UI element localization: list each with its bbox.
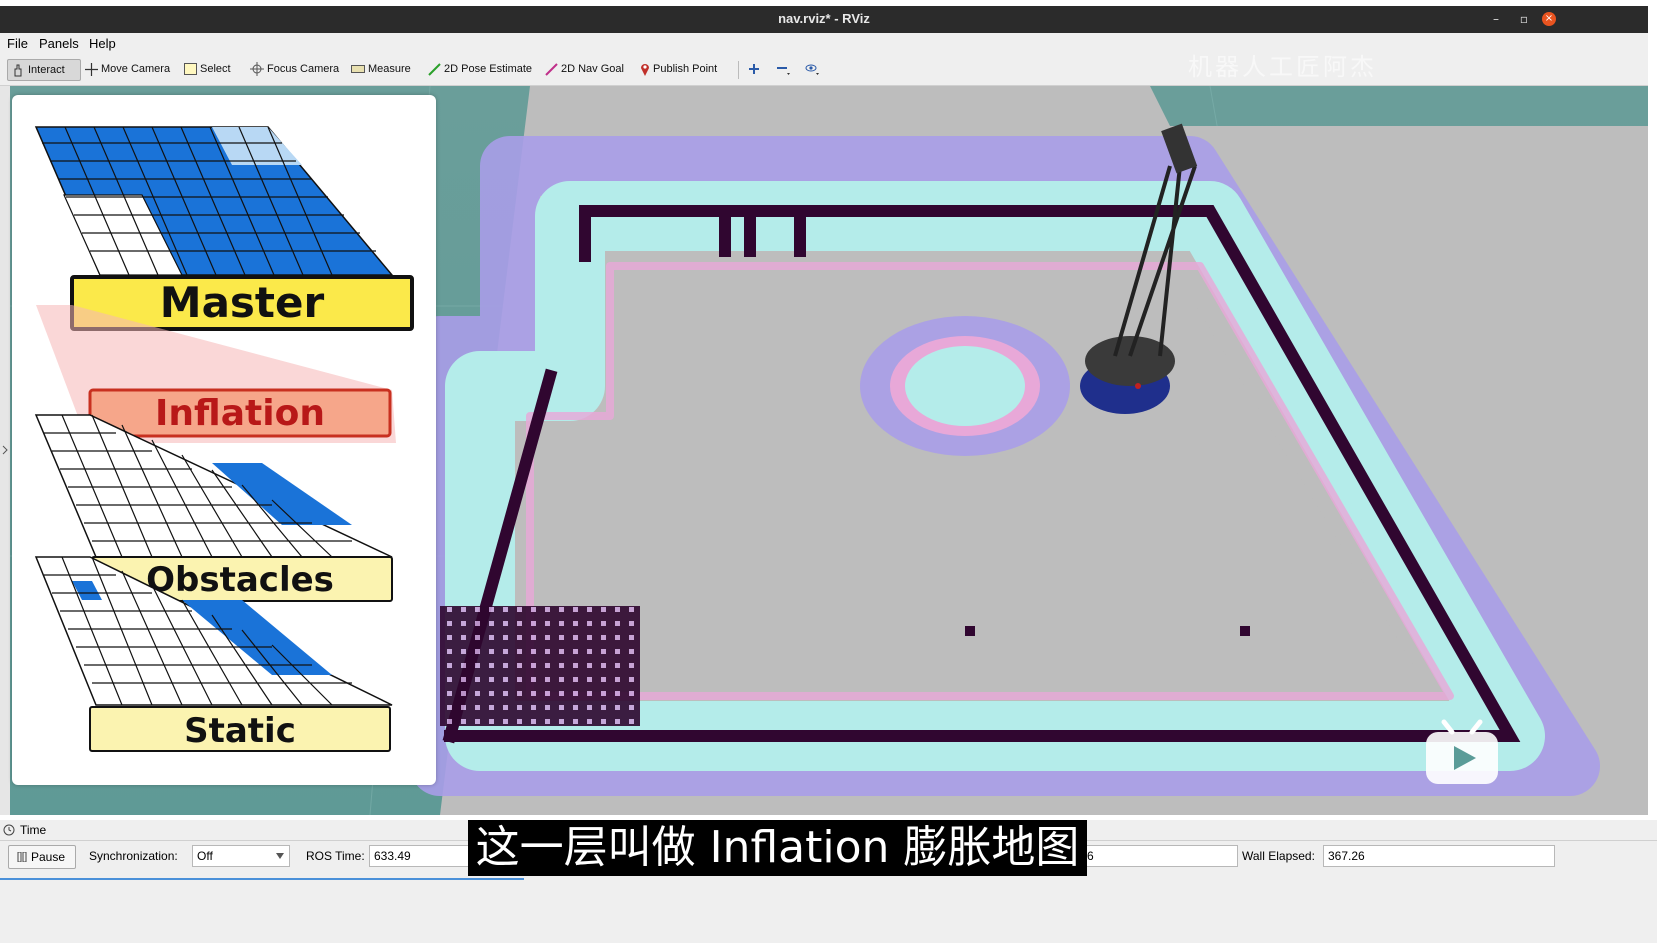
move-camera-label: Move Camera bbox=[101, 63, 171, 75]
wall-elapsed-label: Wall Elapsed: bbox=[1242, 849, 1315, 863]
small-obstacle bbox=[1240, 626, 1250, 636]
minus-icon bbox=[777, 67, 790, 75]
menu-file[interactable]: File bbox=[7, 36, 28, 51]
remove-tool-button[interactable] bbox=[776, 59, 790, 79]
ruler-icon bbox=[351, 65, 365, 73]
pose-estimate-label: 2D Pose Estimate bbox=[444, 63, 533, 75]
pause-label: Pause bbox=[31, 850, 66, 864]
measure-tool-button[interactable]: Measure bbox=[351, 59, 411, 79]
obstacle-cluster bbox=[440, 606, 640, 726]
menu-help[interactable]: Help bbox=[89, 36, 116, 51]
move-camera-tool-button[interactable]: Move Camera bbox=[85, 59, 170, 79]
focus-camera-tool-button[interactable]: Focus Camera bbox=[250, 59, 339, 79]
view-options-button[interactable] bbox=[804, 59, 820, 79]
sync-label: Synchronization: bbox=[89, 849, 178, 863]
pause-icon bbox=[17, 852, 27, 862]
small-obstacle bbox=[965, 626, 975, 636]
tv-play-icon bbox=[1426, 719, 1498, 784]
close-button[interactable]: × bbox=[1542, 12, 1556, 26]
video-subtitle: 这一层叫做 Inflation 膨胀地图 bbox=[468, 820, 1087, 876]
toolbar-separator bbox=[738, 61, 739, 79]
window-titlebar: nav.rviz* - RViz – ▫ × bbox=[0, 6, 1648, 33]
chevron-down-icon bbox=[276, 853, 284, 859]
move-arrows-icon bbox=[85, 62, 98, 76]
select-tool-button[interactable]: Select bbox=[184, 59, 231, 79]
pink-arrow-icon bbox=[545, 62, 558, 76]
hand-icon bbox=[14, 64, 22, 77]
wall-elapsed-field[interactable]: 367.26 bbox=[1323, 845, 1555, 867]
crosshair-icon bbox=[250, 62, 264, 76]
watermark-text: 机器人工匠阿杰 bbox=[1188, 53, 1377, 81]
pause-button[interactable]: Pause bbox=[8, 845, 76, 869]
ros-time-label: ROS Time: bbox=[306, 849, 365, 863]
nav-goal-label: 2D Nav Goal bbox=[561, 63, 624, 75]
pose-estimate-tool-button[interactable]: 2D Pose Estimate bbox=[428, 59, 532, 79]
focus-camera-label: Focus Camera bbox=[267, 63, 340, 75]
clock-icon bbox=[3, 824, 15, 836]
tool-bar: Interact Move Camera Select Focus Camera… bbox=[0, 55, 1648, 86]
master-layer-label: Master bbox=[160, 278, 325, 327]
master-grid bbox=[34, 126, 394, 276]
ros-time-field[interactable]: 633.49 bbox=[369, 845, 475, 867]
select-label: Select bbox=[200, 63, 231, 75]
inflation-layer-label: Inflation bbox=[155, 393, 325, 434]
select-rectangle-icon bbox=[184, 63, 197, 75]
left-dock-collapse-handle[interactable] bbox=[0, 86, 10, 815]
add-tool-button[interactable] bbox=[748, 59, 760, 79]
sync-value: Off bbox=[197, 849, 213, 863]
layer-stack-illustration: Master Inflation Obstacles Static bbox=[34, 126, 414, 752]
maximize-button[interactable]: ▫ bbox=[1514, 9, 1534, 29]
island-inflation-cyan bbox=[905, 346, 1025, 426]
measure-label: Measure bbox=[368, 63, 411, 75]
time-panel-title: Time bbox=[20, 823, 47, 837]
menu-bar: File Panels Help bbox=[0, 33, 1648, 55]
video-progress-bar[interactable] bbox=[0, 878, 524, 880]
minimize-button[interactable]: – bbox=[1486, 9, 1506, 29]
menu-panels[interactable]: Panels bbox=[39, 36, 79, 51]
window-title: nav.rviz* - RViz bbox=[778, 11, 870, 26]
sync-select[interactable]: Off bbox=[192, 845, 290, 867]
eye-icon bbox=[805, 64, 819, 75]
interact-label: Interact bbox=[28, 64, 65, 76]
obstacles-layer-label: Obstacles bbox=[146, 560, 334, 600]
publish-point-label: Publish Point bbox=[653, 63, 718, 75]
green-arrow-icon bbox=[428, 62, 441, 76]
publish-point-tool-button[interactable]: Publish Point bbox=[640, 59, 717, 79]
video-platform-logo bbox=[1422, 712, 1502, 792]
costmap-layers-diagram: Master Inflation Obstacles Static bbox=[12, 95, 436, 785]
map-pin-icon bbox=[641, 64, 649, 76]
ros-elapsed-field[interactable]: 6 bbox=[1082, 845, 1238, 867]
static-layer-label: Static bbox=[184, 711, 296, 751]
nav-goal-tool-button[interactable]: 2D Nav Goal bbox=[545, 59, 624, 79]
interact-tool-button[interactable]: Interact bbox=[7, 59, 81, 81]
plus-icon bbox=[749, 64, 759, 74]
